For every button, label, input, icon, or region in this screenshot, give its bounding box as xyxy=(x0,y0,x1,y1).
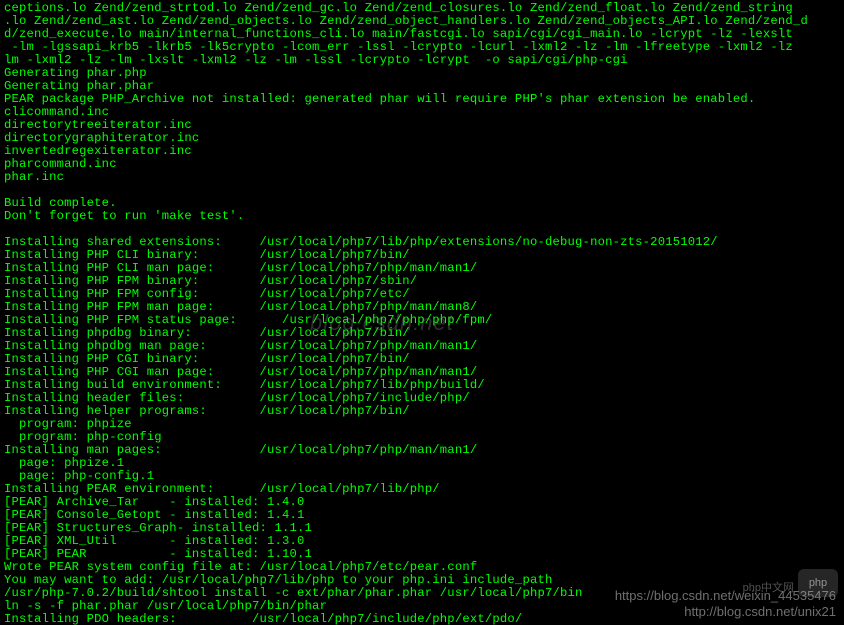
watermark-url-1: https://blog.csdn.net/weixin_44535476 xyxy=(615,588,836,603)
watermark-center: blog.csdn.net xyxy=(310,310,454,336)
watermark-url-2: http://blog.csdn.net/unix21 xyxy=(684,604,836,619)
